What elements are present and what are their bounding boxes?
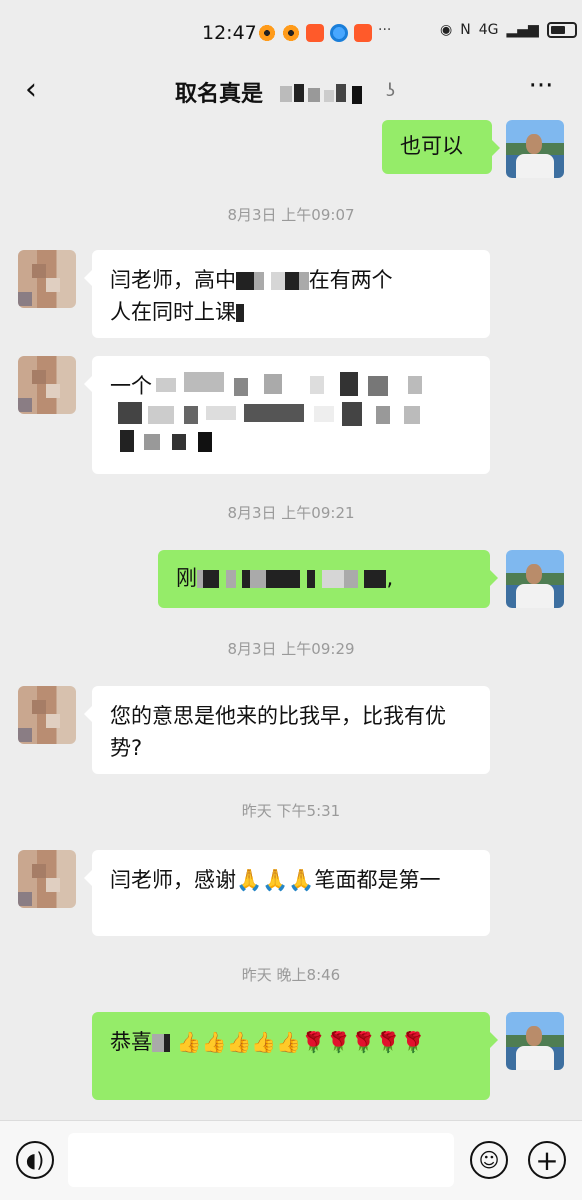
- message-text: 闫老师，感谢🙏🙏🙏笔面都是第一: [110, 868, 441, 892]
- contact-message[interactable]: 闫老师，感谢🙏🙏🙏笔面都是第一: [84, 850, 490, 936]
- my-avatar[interactable]: [506, 120, 564, 178]
- contact-message[interactable]: 您的意思是他来的比我早，比我有优势?: [84, 686, 490, 774]
- battery-icon: [546, 22, 577, 38]
- message-emojis: 👍👍👍👍👍🌹🌹🌹🌹🌹: [176, 1030, 426, 1054]
- contact-message[interactable]: 一个: [84, 356, 490, 474]
- message-text: 在有两个: [308, 268, 393, 292]
- contact-avatar[interactable]: [18, 356, 76, 414]
- message-text: 您的意思是他来的比我早，比我有优势?: [110, 704, 446, 760]
- contact-avatar[interactable]: [18, 686, 76, 744]
- contact-message[interactable]: 闫老师，高中 在有两个 人在同时上课: [84, 250, 490, 338]
- app-notification-icon: [354, 24, 372, 42]
- chat-header: ‹ 取名真是 ʖ ···: [0, 62, 582, 118]
- nfc-icon: N: [460, 22, 471, 38]
- chat-title: 取名真是: [175, 82, 264, 107]
- message-timestamp: 昨天 下午5:31: [241, 802, 341, 820]
- my-avatar[interactable]: [506, 550, 564, 608]
- message-text: 闫老师，高中: [110, 268, 236, 292]
- weibo-icon: [282, 24, 300, 42]
- message-text: 恭喜: [110, 1030, 152, 1054]
- message-mosaic: [118, 372, 422, 452]
- my-message[interactable]: 刚 ,: [158, 550, 498, 608]
- network-label: 4G: [478, 22, 499, 38]
- system-icons: ◉ N 4G ▂▄▆: [440, 22, 577, 38]
- emoji-icon[interactable]: ☺: [470, 1141, 508, 1179]
- eye-comfort-icon: ◉: [440, 22, 453, 38]
- contact-avatar[interactable]: [18, 250, 76, 308]
- more-icon[interactable]: ···: [520, 73, 562, 106]
- my-message[interactable]: 也可以: [382, 120, 500, 174]
- contact-avatar[interactable]: [18, 850, 76, 908]
- notification-icons: ···: [258, 22, 394, 42]
- message-timestamp: 8月3日 上午09:07: [227, 206, 355, 224]
- voice-icon[interactable]: ◖): [16, 1141, 54, 1179]
- title-mosaic: [280, 84, 362, 104]
- message-timestamp: 昨天 晚上8:46: [241, 966, 341, 984]
- more-notifications-icon: ···: [378, 22, 392, 38]
- input-bar: ◖) ☺ +: [0, 1120, 582, 1200]
- app-notification-icon: [306, 24, 324, 42]
- message-text: 刚: [176, 566, 197, 590]
- message-input[interactable]: [68, 1133, 454, 1187]
- my-message[interactable]: 恭喜 👍👍👍👍👍🌹🌹🌹🌹🌹: [92, 1012, 498, 1100]
- status-time: 12:47: [202, 22, 257, 44]
- message-timestamp: 8月3日 上午09:21: [227, 504, 355, 522]
- chevron-left-icon[interactable]: ‹: [14, 72, 48, 107]
- earpiece-mode-icon: ʖ: [386, 80, 396, 101]
- chat-history[interactable]: 也可以 8月3日 上午09:07 闫老师，高中 在有两个 人在同时上课 一个 8…: [0, 118, 582, 1120]
- my-avatar[interactable]: [506, 1012, 564, 1070]
- message-timestamp: 8月3日 上午09:29: [227, 640, 355, 658]
- weibo-icon: [258, 24, 276, 42]
- browser-icon: [330, 24, 348, 42]
- message-text: 人在同时上课: [110, 300, 236, 324]
- plus-icon[interactable]: +: [528, 1141, 566, 1179]
- message-text: 也可以: [400, 134, 463, 158]
- status-bar: 12:47 ··· ◉ N 4G ▂▄▆: [0, 0, 582, 62]
- signal-icon: ▂▄▆: [506, 22, 539, 38]
